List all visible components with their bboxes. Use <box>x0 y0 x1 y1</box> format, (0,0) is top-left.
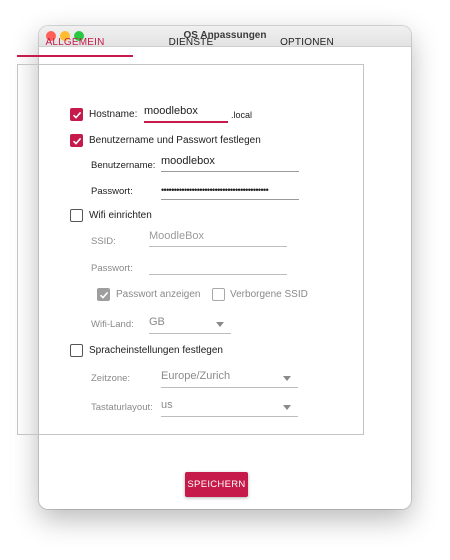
checkmark-icon <box>72 137 82 145</box>
user-password-input[interactable]: ••••••••••••••••••••••••••••••••••••••••… <box>161 183 299 200</box>
tab-options[interactable]: OPTIONEN <box>249 30 365 57</box>
set-user-label: Benutzername und Passwort festlegen <box>89 135 261 146</box>
user-password-label: Passwort: <box>91 186 133 197</box>
set-user-checkbox[interactable] <box>70 134 83 147</box>
tab-bar: ALLGEMEIN DIENSTE OPTIONEN <box>17 30 365 57</box>
wifi-label: Wifi einrichten <box>89 210 152 221</box>
hidden-ssid-checkbox[interactable] <box>212 288 225 301</box>
keyboard-layout-label: Tastaturlayout: <box>91 402 153 413</box>
tab-services[interactable]: DIENSTE <box>133 30 249 57</box>
locale-label: Spracheinstellungen festlegen <box>89 345 223 356</box>
timezone-value: Europe/Zurich <box>161 370 231 382</box>
ssid-input[interactable]: MoodleBox <box>149 230 287 247</box>
show-password-label: Passwort anzeigen <box>116 289 201 300</box>
hostname-checkbox[interactable] <box>70 108 83 121</box>
checkmark-icon <box>99 291 109 299</box>
timezone-label: Zeitzone: <box>91 373 131 384</box>
wifi-password-label: Passwort: <box>91 263 133 274</box>
dropdown-arrow-icon <box>283 376 291 381</box>
keyboard-layout-value: us <box>161 399 173 411</box>
locale-checkbox[interactable] <box>70 344 83 357</box>
wifi-checkbox[interactable] <box>70 209 83 222</box>
timezone-select[interactable]: Europe/Zurich <box>161 370 298 388</box>
ssid-label: SSID: <box>91 236 116 247</box>
wifi-country-value: GB <box>149 316 165 328</box>
tab-general[interactable]: ALLGEMEIN <box>17 30 133 57</box>
wifi-password-input[interactable] <box>149 258 287 275</box>
dropdown-arrow-icon <box>216 322 224 327</box>
username-input[interactable]: moodlebox <box>161 155 299 172</box>
dropdown-arrow-icon <box>283 405 291 410</box>
hostname-input[interactable]: moodlebox <box>144 105 228 123</box>
keyboard-layout-select[interactable]: us <box>161 399 298 417</box>
checkmark-icon <box>72 111 82 119</box>
hostname-label: Hostname: <box>89 109 138 120</box>
save-button[interactable]: SPEICHERN <box>185 472 248 497</box>
wifi-country-label: Wifi-Land: <box>91 319 134 330</box>
hidden-ssid-label: Verborgene SSID <box>230 289 308 300</box>
wifi-country-select[interactable]: GB <box>149 316 231 334</box>
hostname-suffix: .local <box>231 110 253 120</box>
username-label: Benutzername: <box>91 160 156 171</box>
show-password-checkbox[interactable] <box>97 288 110 301</box>
